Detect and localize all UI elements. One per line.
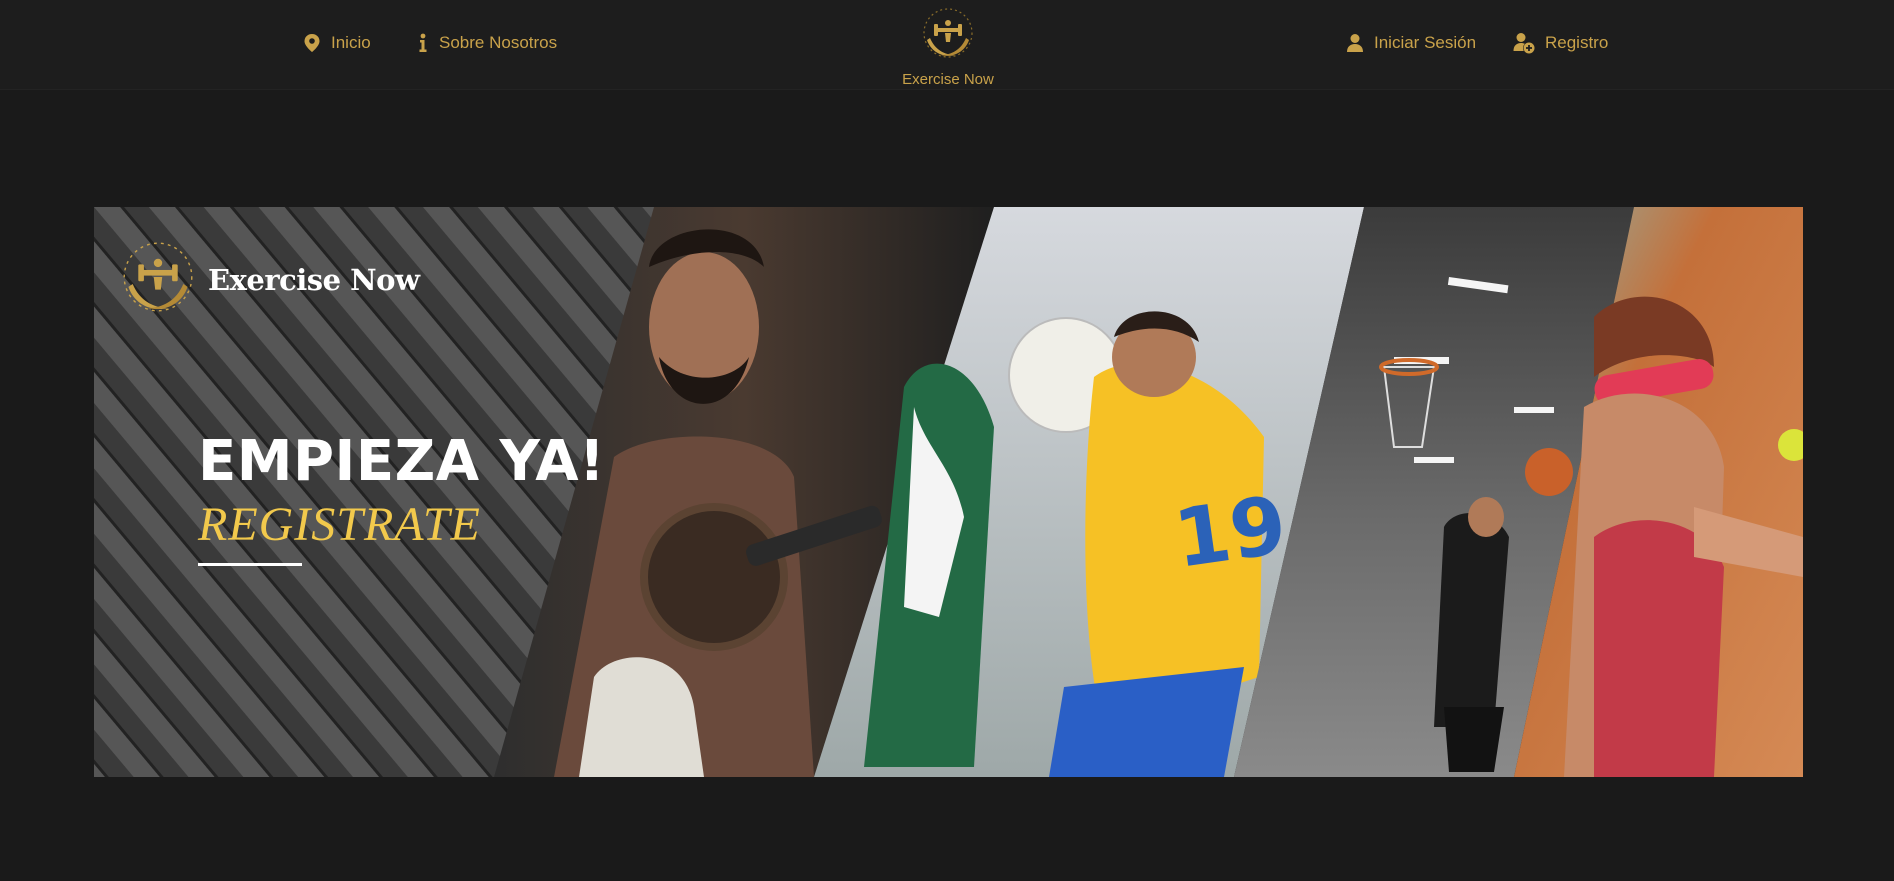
top-navbar: Inicio Sobre Nosotros Exercise Now Inici… <box>0 0 1894 90</box>
hero-headline: EMPIEZA YA! <box>198 429 606 494</box>
info-icon <box>417 33 429 53</box>
user-plus-icon <box>1513 32 1535 54</box>
brand-name: Exercise Now <box>902 71 994 88</box>
nav-inicio-label: Inicio <box>331 33 371 52</box>
brand-logo-icon <box>921 6 975 65</box>
banner-brand: Exercise Now <box>120 239 420 320</box>
banner-logo-icon <box>120 239 196 320</box>
nav-registro-label: Registro <box>1545 33 1609 52</box>
hero-underline-divider <box>198 563 302 566</box>
nav-registro-link[interactable]: Registro <box>1513 30 1608 56</box>
nav-sobre-nosotros-link[interactable]: Sobre Nosotros <box>417 30 557 56</box>
banner-brand-name: Exercise Now <box>208 262 420 297</box>
hero-banner[interactable]: 19 Exercise Now EMPIEZA YA! REGISTRATE <box>94 207 1803 777</box>
nav-iniciar-sesion-label: Iniciar Sesión <box>1374 33 1477 52</box>
map-pin-icon <box>303 33 321 53</box>
brand-home-link[interactable]: Exercise Now <box>895 6 1001 88</box>
nav-sobre-nosotros-label: Sobre Nosotros <box>439 33 558 52</box>
nav-inicio-link[interactable]: Inicio <box>303 30 371 56</box>
hero-register-cta[interactable]: REGISTRATE <box>198 497 481 552</box>
svg-text:19: 19 <box>1169 478 1292 586</box>
user-icon <box>1346 33 1364 53</box>
nav-iniciar-sesion-link[interactable]: Iniciar Sesión <box>1346 30 1476 56</box>
